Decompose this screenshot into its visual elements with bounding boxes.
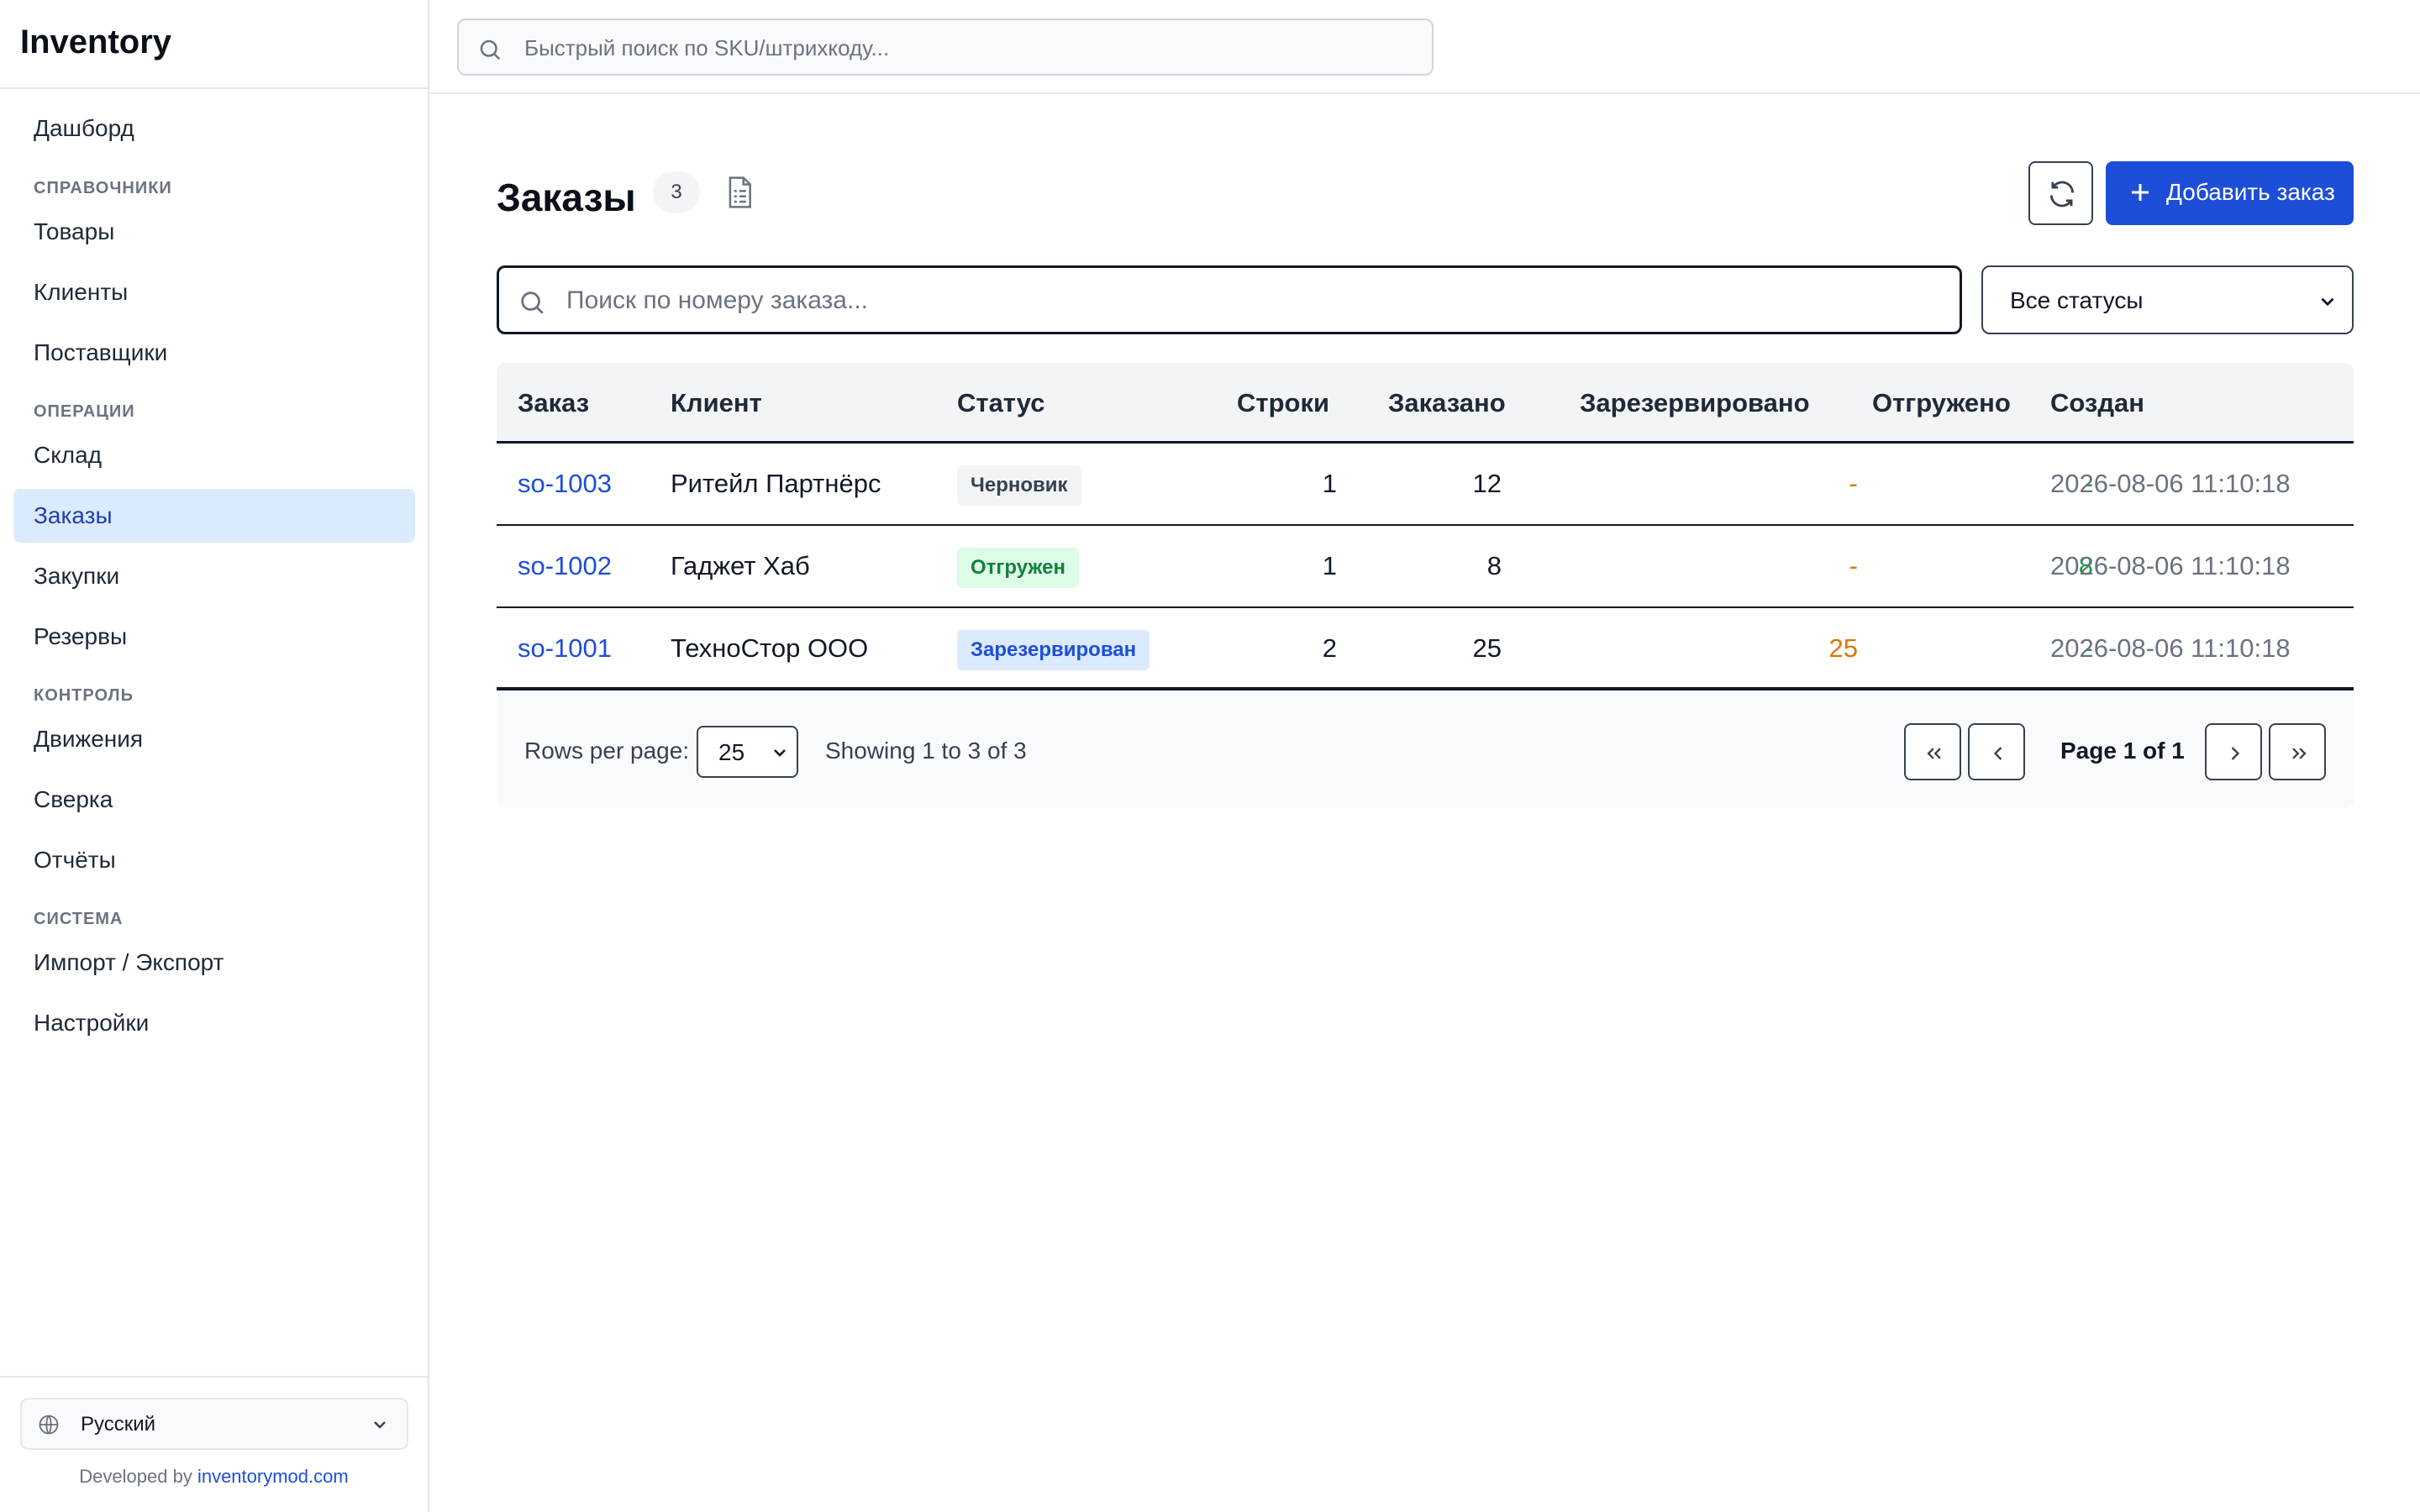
column-header-client[interactable]: Клиент — [671, 388, 762, 418]
sidebar-item-suppliers[interactable]: Поставщики — [13, 326, 415, 380]
lines-cell: 1 — [1322, 469, 1337, 498]
client-cell: ТехноСтор ООО — [671, 633, 869, 663]
column-header-order[interactable]: Заказ — [518, 388, 589, 418]
table-header: Заказ Клиент Статус Строки Заказано Заре… — [497, 363, 2354, 444]
language-select[interactable]: Русский — [20, 1398, 408, 1450]
count-badge: 3 — [653, 171, 700, 213]
order-link[interactable]: so-1002 — [518, 551, 612, 581]
first-page-button[interactable] — [1904, 723, 1961, 780]
sidebar-item-reports[interactable]: Отчёты — [13, 833, 415, 887]
sidebar-item-reserves[interactable]: Резервы — [13, 610, 415, 664]
status-filter-select[interactable]: Все статусы — [1981, 265, 2354, 334]
sidebar: Inventory Дашборд СПРАВОЧНИКИ Товары Кли… — [0, 0, 429, 1512]
order-search-placeholder: Поиск по номеру заказа... — [566, 286, 868, 314]
chevron-down-icon — [374, 1421, 386, 1429]
table-row[interactable]: so-1002 Гаджет Хаб Отгружен 1 8 - 8 2026… — [497, 526, 2354, 608]
order-link[interactable]: so-1003 — [518, 469, 612, 499]
column-header-status[interactable]: Статус — [957, 388, 1044, 418]
chevron-right-icon — [2231, 747, 2240, 760]
rows-per-page-select[interactable]: 25 — [697, 726, 798, 778]
divider — [0, 1376, 428, 1378]
sidebar-item-import-export[interactable]: Импорт / Экспорт — [13, 936, 415, 990]
chevrons-right-icon — [2292, 748, 2307, 759]
column-header-shipped[interactable]: Отгружено — [1872, 388, 2011, 418]
search-icon — [521, 291, 544, 314]
sidebar-item-settings[interactable]: Настройки — [13, 996, 415, 1050]
chevron-left-icon — [1993, 747, 2002, 760]
developed-by-prefix: Developed by — [79, 1466, 197, 1487]
add-order-button[interactable]: Добавить заказ — [2106, 161, 2354, 225]
status-badge: Отгружен — [957, 548, 1079, 588]
developed-by: Developed by inventorymod.com — [0, 1466, 428, 1488]
quick-search-placeholder: Быстрый поиск по SKU/штрихкоду... — [524, 35, 890, 60]
divider — [0, 87, 428, 89]
status-badge: Черновик — [957, 465, 1081, 506]
plus-icon — [2132, 184, 2149, 201]
globe-icon — [39, 1415, 59, 1435]
refresh-icon — [2049, 181, 2075, 207]
showing-text: Showing 1 to 3 of 3 — [825, 738, 1027, 764]
client-cell: Гаджет Хаб — [671, 551, 810, 580]
ordered-cell: 8 — [1486, 551, 1502, 580]
sidebar-section-system: СИСТЕМА — [34, 910, 124, 928]
sidebar-item-clients[interactable]: Клиенты — [13, 265, 415, 319]
search-icon — [480, 39, 501, 60]
sidebar-item-movements[interactable]: Движения — [13, 712, 415, 766]
status-badge: Зарезервирован — [957, 630, 1150, 670]
add-order-label: Добавить заказ — [2166, 179, 2335, 205]
column-header-lines[interactable]: Строки — [1237, 388, 1329, 418]
sidebar-item-dashboard[interactable]: Дашборд — [13, 102, 415, 155]
app-root: Inventory Дашборд СПРАВОЧНИКИ Товары Кли… — [0, 0, 2420, 1512]
sidebar-section-references: СПРАВОЧНИКИ — [34, 179, 172, 197]
sidebar-item-orders[interactable]: Заказы — [13, 489, 415, 543]
quick-search-input[interactable]: Быстрый поиск по SKU/штрихкоду... — [457, 18, 1434, 76]
topbar: Быстрый поиск по SKU/штрихкоду... — [429, 0, 2420, 94]
ordered-cell: 25 — [1472, 633, 1502, 663]
chevron-down-icon — [774, 749, 786, 757]
orders-table: Заказ Клиент Статус Строки Заказано Заре… — [497, 363, 2354, 808]
developer-link[interactable]: inventorymod.com — [197, 1466, 349, 1487]
column-header-created[interactable]: Создан — [2050, 388, 2144, 418]
previous-page-button[interactable] — [1968, 723, 2025, 780]
refresh-button[interactable] — [2028, 161, 2093, 225]
order-link[interactable]: so-1001 — [518, 633, 612, 664]
rows-per-page-value: 25 — [718, 739, 745, 765]
reserved-cell: 25 — [1828, 633, 1858, 663]
sidebar-item-products[interactable]: Товары — [13, 205, 415, 259]
column-header-ordered[interactable]: Заказано — [1388, 388, 1506, 418]
page-title: Заказы — [497, 176, 636, 219]
chevron-down-icon — [2321, 297, 2334, 307]
lines-cell: 1 — [1322, 551, 1337, 580]
table-row[interactable]: so-1001 ТехноСтор ООО Зарезервирован 2 2… — [497, 608, 2354, 690]
language-label: Русский — [81, 1413, 156, 1436]
sidebar-item-purchases[interactable]: Закупки — [13, 549, 415, 603]
document-icon[interactable] — [723, 175, 755, 210]
reserved-cell: - — [1849, 551, 1858, 580]
created-cell: 2026-08-06 11:10:18 — [2050, 469, 2291, 498]
sidebar-item-reconciliation[interactable]: Сверка — [13, 773, 415, 827]
sidebar-section-operations: ОПЕРАЦИИ — [34, 402, 135, 421]
sidebar-item-warehouse[interactable]: Склад — [13, 428, 415, 482]
chevrons-left-icon — [1927, 748, 1941, 759]
reserved-cell: - — [1849, 469, 1858, 498]
created-cell: 2026-08-06 11:10:18 — [2050, 551, 2291, 580]
lines-cell: 2 — [1322, 633, 1337, 663]
sidebar-section-control: КОНТРОЛЬ — [34, 686, 134, 705]
order-search-input[interactable]: Поиск по номеру заказа... — [497, 265, 1962, 334]
ordered-cell: 12 — [1472, 469, 1502, 498]
status-filter-value: Все статусы — [2010, 287, 2144, 313]
next-page-button[interactable] — [2205, 723, 2262, 780]
column-header-reserved[interactable]: Зарезервировано — [1580, 388, 1810, 418]
last-page-button[interactable] — [2269, 723, 2326, 780]
client-cell: Ритейл Партнёрс — [671, 469, 881, 498]
rows-per-page-label: Rows per page: — [524, 738, 690, 764]
page-indicator: Page 1 of 1 — [2060, 738, 2185, 764]
created-cell: 2026-08-06 11:10:18 — [2050, 633, 2291, 663]
table-row[interactable]: so-1003 Ритейл Партнёрс Черновик 1 12 - … — [497, 444, 2354, 526]
brand-logo: Inventory — [20, 24, 172, 60]
